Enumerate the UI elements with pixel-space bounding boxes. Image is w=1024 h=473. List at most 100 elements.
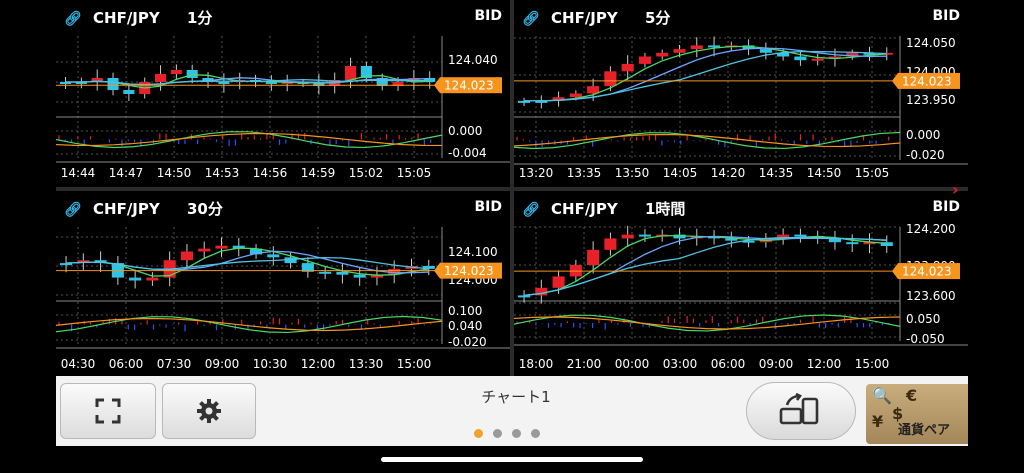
page-dot[interactable] (474, 429, 483, 438)
price-side-label[interactable]: BID (932, 199, 960, 215)
page-dot[interactable] (531, 429, 540, 438)
pair-name: CHF/JPY (551, 9, 618, 27)
price-side-label[interactable]: BID (474, 8, 502, 24)
candle (170, 70, 182, 74)
timeframe-label[interactable]: 1時間 (645, 200, 685, 218)
candle (146, 277, 159, 281)
time-tick-label: 03:00 (663, 357, 698, 371)
chart-panel[interactable]: 124.040124.020124.0230.000-0.00414:4414:… (56, 0, 510, 187)
rotate-screen-button[interactable] (746, 382, 856, 440)
oscillator-tick-label: -0.020 (448, 335, 487, 349)
chart-panel[interactable]: 124.100 124.000 124.023 0.100 0.040 -0.020 04:… (56, 191, 510, 378)
candle (336, 271, 349, 275)
pair-selector[interactable]: 🔗︎ CHF/JPY 5分 (522, 7, 670, 28)
expand-icon (95, 398, 121, 424)
time-tick-label: 06:00 (109, 357, 144, 371)
price-tick-label: 124.200 (906, 222, 956, 236)
link-icon: 🔗︎ (64, 202, 82, 218)
time-tick-label: 14:59 (301, 166, 336, 180)
timeframe-label[interactable]: 30分 (187, 200, 223, 218)
price-tag-pointer (434, 262, 440, 279)
link-icon: 🔗︎ (64, 11, 82, 27)
time-tick-label: 18:00 (519, 357, 554, 371)
chart-header: 🔗︎ CHF/JPY 1時間 BID (514, 191, 968, 223)
link-icon: 🔗︎ (522, 11, 540, 27)
chart-header: 🔗︎ CHF/JPY 1分 BID (56, 0, 510, 32)
timeframe-label[interactable]: 5分 (645, 9, 670, 27)
candle (794, 234, 807, 237)
time-tick-label: 15:00 (397, 357, 432, 371)
time-tick-label: 14:53 (205, 166, 240, 180)
candle (673, 49, 686, 53)
time-tick-label: 13:30 (349, 357, 384, 371)
price-tick-label: 123.950 (906, 93, 956, 107)
bottom-toolbar: チャート1 🔍 € $ ¥ 通貨ペア (56, 376, 968, 446)
candle (621, 63, 634, 72)
candle (794, 56, 807, 61)
candle (198, 248, 211, 252)
candle (353, 274, 366, 278)
pair-selector[interactable]: 🔗︎ CHF/JPY 1分 (64, 7, 212, 28)
timeframe-label[interactable]: 1分 (187, 9, 212, 27)
time-tick-label: 06:00 (711, 357, 746, 371)
price-side-label[interactable]: BID (474, 199, 502, 215)
home-indicator[interactable] (381, 457, 643, 462)
time-tick-label: 14:35 (759, 166, 794, 180)
time-tick-label: 21:00 (567, 357, 602, 371)
oscillator-tick-label: 0.040 (448, 319, 482, 333)
candle (587, 249, 600, 265)
current-price-label: 124.023 (902, 74, 952, 88)
oscillator-signal-line (56, 317, 443, 332)
time-tick-label: 14:47 (109, 166, 144, 180)
time-tick-label: 15:02 (349, 166, 384, 180)
next-arrow-icon[interactable]: › (952, 180, 959, 199)
candle (319, 271, 332, 274)
time-tick-label: 07:30 (157, 357, 192, 371)
chart-panel[interactable]: 124.050 124.000 123.950 124.023 0.000 -0.020 1… (514, 0, 968, 187)
candle (621, 234, 634, 239)
time-tick-label: 13:20 (519, 166, 554, 180)
page-indicator[interactable] (474, 429, 540, 438)
price-side-label[interactable]: BID (932, 8, 960, 24)
pair-selector[interactable]: 🔗︎ CHF/JPY 30分 (64, 198, 223, 219)
candle (759, 49, 772, 53)
chart-header: 🔗︎ CHF/JPY 5分 BID (514, 0, 968, 32)
currency-pair-button[interactable]: 🔍 € $ ¥ 通貨ペア (866, 384, 968, 444)
oscillator-tick-label: -0.050 (906, 332, 945, 346)
gear-icon (197, 399, 221, 423)
candle (345, 66, 357, 80)
pair-name: CHF/JPY (93, 9, 160, 27)
fullscreen-button[interactable] (60, 383, 156, 439)
current-price-label: 124.023 (444, 264, 494, 278)
page-dot[interactable] (512, 429, 521, 438)
rotate-device-icon (779, 393, 819, 425)
page-dot[interactable] (493, 429, 502, 438)
pair-name: CHF/JPY (551, 200, 618, 218)
time-tick-label: 00:00 (615, 357, 650, 371)
chart-panel[interactable]: 124.200123.800123.600124.0230.050-0.0501… (514, 191, 968, 378)
yen-icon: ¥ (872, 412, 884, 431)
candle (215, 245, 228, 249)
euro-icon: € (906, 386, 918, 405)
candle (267, 254, 280, 258)
time-tick-label: 15:05 (397, 166, 432, 180)
candle (690, 45, 703, 50)
search-icon: 🔍 (872, 386, 892, 405)
time-tick-label: 04:30 (61, 357, 96, 371)
chart-name: チャート1 (481, 388, 551, 406)
current-price-label: 124.023 (902, 265, 952, 279)
candle (656, 52, 669, 57)
time-tick-label: 10:30 (253, 357, 288, 371)
candle (846, 242, 859, 245)
oscillator-tick-label: -0.020 (906, 148, 945, 162)
candle (811, 58, 824, 61)
time-tick-label: 15:05 (855, 166, 890, 180)
pair-selector[interactable]: 🔗︎ CHF/JPY 1時間 (522, 198, 685, 219)
candle (638, 234, 651, 237)
oscillator-tick-label: -0.004 (448, 146, 487, 160)
candle (604, 71, 617, 87)
candle (129, 277, 142, 281)
settings-button[interactable] (162, 383, 256, 439)
time-tick-label: 14:44 (61, 166, 96, 180)
candle (518, 295, 531, 298)
